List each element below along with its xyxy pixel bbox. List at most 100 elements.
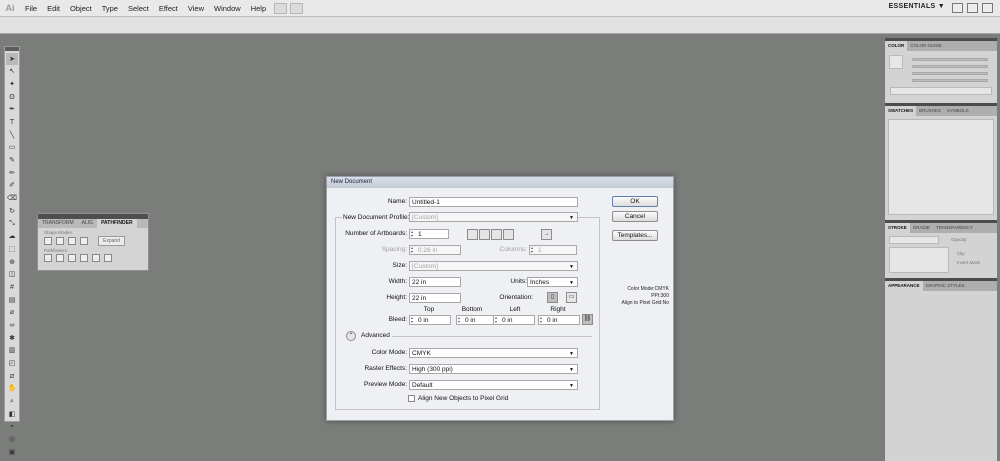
width-input[interactable]: 22 in <box>409 277 461 287</box>
artboard-tool-icon[interactable]: ◰ <box>6 358 18 370</box>
size-dropdown[interactable]: [Custom] ▼ <box>409 261 578 271</box>
pencil-tool-icon[interactable]: ✏ <box>6 167 18 179</box>
rotate-tool-icon[interactable]: ↻ <box>6 205 18 217</box>
menu-object[interactable]: Object <box>65 4 97 13</box>
tab-transparency[interactable]: TRANSPARENCY <box>933 223 976 233</box>
intersect-icon[interactable] <box>68 237 76 245</box>
menu-select[interactable]: Select <box>123 4 154 13</box>
direct-selection-tool-icon[interactable]: ↖ <box>6 66 18 78</box>
artboards-input[interactable]: ▴ ▾ 1 <box>409 229 449 239</box>
spacing-input[interactable]: ▴ ▾ 0.28 in <box>409 245 461 255</box>
workspace-switcher[interactable]: ESSENTIALS ▼ <box>889 3 945 10</box>
tab-brushes[interactable]: BRUSHES <box>916 106 944 116</box>
arrange-by-row-icon[interactable] <box>491 229 502 240</box>
free-transform-tool-icon[interactable]: ⬚ <box>6 243 18 255</box>
zoom-tool-icon[interactable]: ⌕ <box>6 396 18 408</box>
rectangle-tool-icon[interactable]: ▭ <box>6 142 18 154</box>
scale-tool-icon[interactable]: ⤡ <box>6 218 18 230</box>
menu-view[interactable]: View <box>183 4 209 13</box>
tab-color[interactable]: COLOR <box>885 41 908 51</box>
magic-wand-tool-icon[interactable]: ✦ <box>6 78 18 90</box>
selection-tool-icon[interactable]: ➤ <box>6 53 18 65</box>
bleed-right-input[interactable]: ▴ ▾ 0 in <box>538 315 580 325</box>
shape-builder-tool-icon[interactable]: ⊕ <box>6 256 18 268</box>
gradient-tool-icon[interactable]: ▤ <box>6 294 18 306</box>
tab-color-guide[interactable]: COLOR GUIDE <box>907 41 945 51</box>
warp-tool-icon[interactable]: ☁ <box>6 231 18 243</box>
menu-type[interactable]: Type <box>97 4 123 13</box>
tab-appearance[interactable]: APPEARANCE <box>885 281 923 291</box>
bleed-link-icon[interactable]: ⛓ <box>582 314 593 325</box>
lasso-tool-icon[interactable]: ʘ <box>6 91 18 103</box>
pen-tool-icon[interactable]: ✒ <box>6 104 18 116</box>
menu-help[interactable]: Help <box>246 4 271 13</box>
name-input[interactable]: Untitled-1 <box>409 197 578 207</box>
minus-back-icon[interactable] <box>104 254 112 262</box>
divide-icon[interactable] <box>44 254 52 262</box>
ok-button[interactable]: OK <box>612 196 658 207</box>
portrait-icon[interactable]: ▯ <box>547 292 558 303</box>
color-mode-dropdown[interactable]: CMYK ▼ <box>409 348 578 358</box>
cancel-button[interactable]: Cancel <box>612 211 658 222</box>
symbol-sprayer-tool-icon[interactable]: ✱ <box>6 332 18 344</box>
eraser-tool-icon[interactable]: ⌫ <box>6 193 18 205</box>
arrange-by-column-icon[interactable] <box>503 229 514 240</box>
perspective-grid-tool-icon[interactable]: ◫ <box>6 269 18 281</box>
color-mode-icon[interactable]: ▪ <box>6 421 18 433</box>
expand-button[interactable]: Expand <box>98 236 125 246</box>
bleed-left-input[interactable]: ▴ ▾ 0 in <box>493 315 535 325</box>
clip-checkbox[interactable]: Clip <box>957 251 965 256</box>
height-input[interactable]: 22 in <box>409 293 461 303</box>
swatch-grid[interactable] <box>888 119 994 215</box>
color-slider-4[interactable] <box>912 79 988 82</box>
menu-window[interactable]: Window <box>209 4 246 13</box>
fill-stroke-icon[interactable]: ◧ <box>6 408 18 420</box>
invert-mask-checkbox[interactable]: Invert Mask <box>957 260 980 265</box>
slice-tool-icon[interactable]: ⧄ <box>6 370 18 382</box>
tab-graphic-styles[interactable]: GRAPHIC STYLES <box>923 281 968 291</box>
minus-front-icon[interactable] <box>56 237 64 245</box>
outline-icon[interactable] <box>92 254 100 262</box>
blob-brush-tool-icon[interactable]: ✐ <box>6 180 18 192</box>
arrange-documents-button[interactable] <box>290 2 304 14</box>
tab-symbols[interactable]: SYMBOLS <box>944 106 972 116</box>
tab-gradient[interactable]: GRADIE <box>910 223 933 233</box>
menu-edit[interactable]: Edit <box>42 4 65 13</box>
fill-stroke-swatch[interactable] <box>889 55 903 69</box>
merge-icon[interactable] <box>68 254 76 262</box>
color-slider-1[interactable] <box>912 58 988 61</box>
exclude-icon[interactable] <box>80 237 88 245</box>
templates-button[interactable]: Templates... <box>612 230 658 241</box>
grid-by-column-icon[interactable] <box>479 229 490 240</box>
raster-effects-dropdown[interactable]: High (300 ppi) ▼ <box>409 364 578 374</box>
column-graph-tool-icon[interactable]: ▥ <box>6 345 18 357</box>
line-tool-icon[interactable]: ╲ <box>6 129 18 141</box>
close-icon[interactable] <box>982 3 993 13</box>
unite-icon[interactable] <box>44 237 52 245</box>
bleed-bottom-input[interactable]: ▴ ▾ 0 in <box>456 315 498 325</box>
type-tool-icon[interactable]: T <box>6 116 18 128</box>
blend-mode-dropdown[interactable] <box>889 236 939 244</box>
change-to-rtl-icon[interactable]: → <box>541 229 552 240</box>
trim-icon[interactable] <box>56 254 64 262</box>
screen-mode-icon[interactable]: ▣ <box>6 446 18 458</box>
preview-mode-dropdown[interactable]: Default ▼ <box>409 380 578 390</box>
color-slider-3[interactable] <box>912 72 988 75</box>
tools-panel-header[interactable] <box>5 47 19 51</box>
blend-tool-icon[interactable]: ∞ <box>6 319 18 331</box>
units-dropdown[interactable]: Inches ▼ <box>527 277 578 287</box>
grid-by-row-icon[interactable] <box>467 229 478 240</box>
restore-icon[interactable] <box>967 3 978 13</box>
align-pixel-grid-checkbox[interactable] <box>408 395 415 402</box>
tab-stroke[interactable]: STROKE <box>885 223 910 233</box>
color-spectrum[interactable] <box>890 87 992 95</box>
mask-thumbnail[interactable] <box>889 247 949 273</box>
profile-dropdown[interactable]: [Custom] ▼ <box>409 212 578 222</box>
eyedropper-tool-icon[interactable]: ⌀ <box>6 307 18 319</box>
color-slider-2[interactable] <box>912 65 988 68</box>
menu-effect[interactable]: Effect <box>154 4 183 13</box>
tab-pathfinder[interactable]: PATHFINDER <box>97 219 137 228</box>
minimize-icon[interactable] <box>952 3 963 13</box>
tab-swatches[interactable]: SWATCHES <box>885 106 917 116</box>
tab-transform[interactable]: TRANSFORM <box>38 219 78 228</box>
